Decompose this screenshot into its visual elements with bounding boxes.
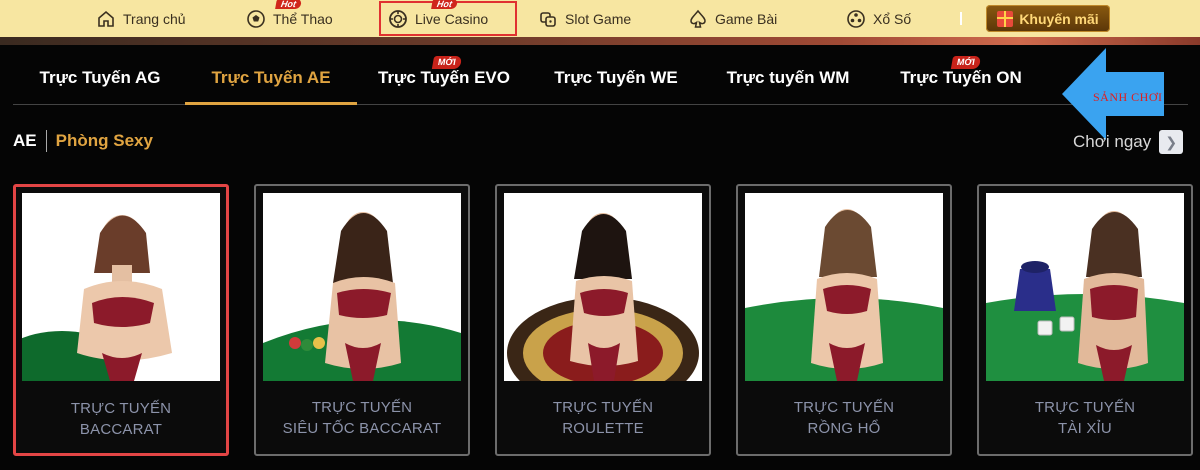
nav-live-casino[interactable]: Live Casino Hot [388, 0, 488, 37]
new-badge: MỚI [950, 56, 981, 69]
slot-game-icon [538, 9, 558, 29]
top-navigation: Trang chủ Thể Thao Hot Live Casino Hot S… [0, 0, 1200, 45]
card-subtitle: ROULETTE [562, 420, 644, 437]
game-card-speed-baccarat[interactable]: TRỰC TUYẾN SIÊU TỐC BACCARAT [254, 184, 470, 456]
dealer-image [263, 193, 461, 381]
chevron-right-icon: ❯ [1159, 130, 1184, 154]
card-title: TRỰC TUYẾN [311, 399, 413, 416]
nav-slot-game[interactable]: Slot Game [538, 0, 631, 37]
card-subtitle: BACCARAT [79, 421, 163, 438]
casino-chip-icon [388, 9, 408, 29]
tab-ag[interactable]: Trực Tuyến AG [37, 68, 163, 104]
tab-we[interactable]: Trực Tuyến WE [551, 68, 681, 104]
game-card-roulette[interactable]: TRỰC TUYẾN ROULETTE [495, 184, 711, 456]
promotions-button[interactable]: Khuyến mãi [986, 5, 1110, 32]
game-card-sicbo[interactable]: TRỰC TUYẾN TÀI XỈU [977, 184, 1193, 456]
breadcrumb: AE Phòng Sexy [13, 130, 153, 152]
card-title: TRỰC TUYẾN [70, 400, 172, 417]
card-subtitle: TÀI XỈU [1058, 420, 1112, 437]
breadcrumb-divider [45, 130, 47, 152]
nav-slot-game-label: Slot Game [565, 10, 632, 27]
nav-home[interactable]: Trang chủ [96, 0, 186, 37]
nav-card-games-label: Game Bài [715, 10, 778, 27]
hot-badge: Hot [431, 0, 458, 9]
nav-card-games[interactable]: Game Bài [688, 0, 777, 37]
card-subtitle: RỒNG HỔ [807, 420, 881, 437]
dealer-image [745, 193, 943, 381]
tab-label: Trực tuyến WM [726, 68, 850, 87]
nav-lottery[interactable]: Xổ Số [846, 0, 911, 37]
play-now-button[interactable]: Chơi ngay ❯ [1073, 130, 1184, 154]
nav-sports-label: Thể Thao [273, 10, 333, 27]
nav-home-label: Trang chủ [123, 10, 186, 27]
tab-label: Trực Tuyến AE [211, 68, 331, 87]
tab-wm[interactable]: Trực tuyến WM [723, 68, 853, 104]
tab-evo[interactable]: MỚI Trực Tuyến EVO [375, 56, 513, 104]
dealer-image [22, 193, 220, 381]
card-title: TRỰC TUYẾN [1034, 399, 1136, 416]
nav-live-casino-label: Live Casino [415, 10, 489, 27]
nav-sports[interactable]: Thể Thao Hot [246, 0, 333, 37]
gift-icon [997, 10, 1014, 27]
new-badge: MỚI [431, 56, 462, 69]
card-title: TRỰC TUYẾN [793, 399, 895, 416]
banner-strip [0, 37, 1200, 45]
breadcrumb-room: Phòng Sexy [55, 131, 153, 150]
tab-label: Trực Tuyến AG [39, 68, 161, 87]
tab-label: Trực Tuyến ON [900, 68, 1022, 87]
breadcrumb-root[interactable]: AE [13, 131, 37, 151]
tab-ae[interactable]: Trực Tuyến AE [185, 68, 357, 105]
dealer-image [504, 193, 702, 381]
play-now-label: Chơi ngay [1073, 132, 1152, 151]
tab-label: Trực Tuyến WE [554, 68, 678, 87]
tab-label: Trực Tuyến EVO [378, 68, 510, 87]
card-subtitle: SIÊU TỐC BACCARAT [282, 420, 442, 437]
card-title: TRỰC TUYẾN [552, 399, 654, 416]
provider-tabs: Trực Tuyến AG Trực Tuyến AE MỚI Trực Tuy… [13, 56, 1188, 105]
soccer-ball-icon [246, 9, 266, 29]
home-icon [96, 9, 116, 29]
spade-icon [688, 9, 708, 29]
promotions-label: Khuyến mãi [1019, 10, 1099, 27]
hot-badge: Hot [275, 0, 302, 9]
lottery-ball-icon [846, 9, 866, 29]
game-card-dragon-tiger[interactable]: TRỰC TUYẾN RỒNG HỔ [736, 184, 952, 456]
game-card-baccarat[interactable]: TRỰC TUYẾN BACCARAT [13, 184, 229, 456]
dealer-image [986, 193, 1184, 381]
tab-on[interactable]: MỚI Trực Tuyến ON [896, 56, 1026, 104]
arrow-annotation-text: SẢNH CHƠI [1093, 90, 1163, 104]
nav-lottery-label: Xổ Số [873, 10, 912, 27]
nav-divider [960, 12, 962, 25]
